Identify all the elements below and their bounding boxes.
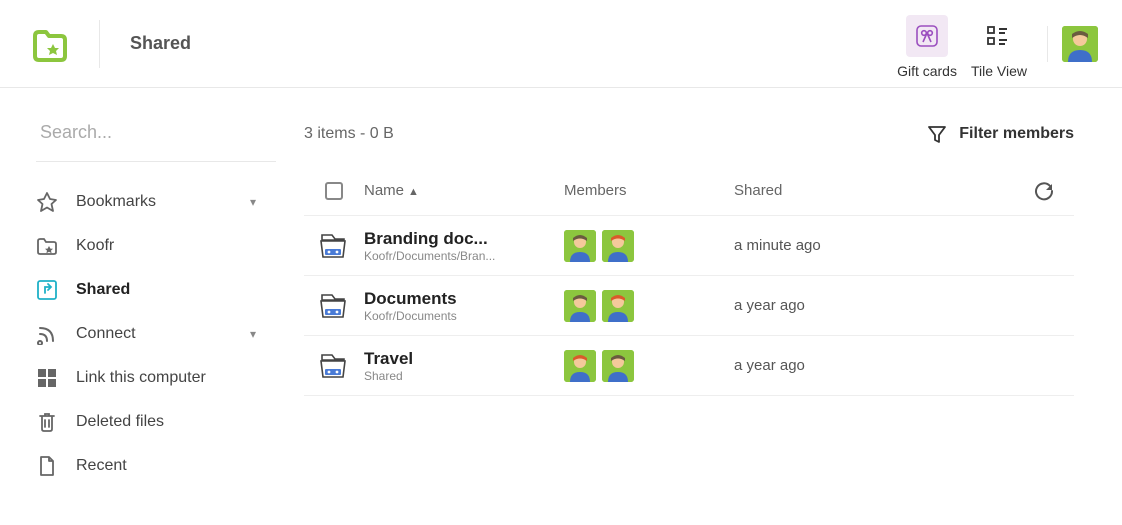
shared-folder-icon — [304, 349, 364, 383]
member-avatar[interactable] — [602, 230, 634, 262]
share-icon — [36, 279, 58, 301]
shared-time: a year ago — [734, 357, 1074, 374]
column-shared-header[interactable]: Shared — [734, 182, 1034, 199]
file-name: Branding doc... — [364, 229, 564, 249]
star-icon — [36, 191, 58, 213]
file-path: Koofr/Documents/Bran... — [364, 249, 564, 263]
chevron-down-icon: ▾ — [250, 327, 256, 341]
sidebar-item-label: Shared — [76, 281, 130, 299]
tile-view-button[interactable]: Tile View — [971, 9, 1027, 79]
page-icon — [36, 455, 58, 477]
table-row[interactable]: Travel Shared a year ago — [304, 336, 1074, 396]
chevron-down-icon: ▾ — [250, 195, 256, 209]
gift-icon — [906, 15, 948, 57]
table-header: Name▲ Members Shared — [304, 166, 1074, 216]
tile-view-icon — [978, 15, 1020, 57]
sidebar-item-label: Bookmarks — [76, 193, 156, 211]
members-cell — [564, 350, 734, 382]
sidebar-item-shared[interactable]: Shared — [0, 268, 280, 312]
sidebar-item-bookmarks[interactable]: Bookmarks ▾ — [0, 180, 280, 224]
top-bar: Shared Gift cards Tile View — [0, 0, 1122, 88]
sidebar-item-label: Deleted files — [76, 413, 164, 431]
column-name-header[interactable]: Name▲ — [364, 182, 564, 199]
member-avatar[interactable] — [564, 350, 596, 382]
tile-view-label: Tile View — [971, 63, 1027, 79]
sidebar-item-koofr[interactable]: Koofr — [0, 224, 280, 268]
sidebar-item-label: Link this computer — [76, 369, 206, 387]
members-cell — [564, 290, 734, 322]
member-avatar[interactable] — [602, 350, 634, 382]
sort-asc-icon: ▲ — [408, 186, 419, 198]
sidebar-item-link-computer[interactable]: Link this computer — [0, 356, 280, 400]
shared-time: a year ago — [734, 297, 1074, 314]
funnel-icon — [927, 124, 947, 144]
sidebar-nav: Bookmarks ▾ Koofr Shared Connect — [0, 180, 280, 488]
sidebar: Bookmarks ▾ Koofr Shared Connect — [0, 88, 280, 525]
file-path: Koofr/Documents — [364, 309, 564, 323]
shared-folder-icon — [304, 229, 364, 263]
file-rows: Branding doc... Koofr/Documents/Bran... … — [304, 216, 1074, 396]
sidebar-item-recent[interactable]: Recent — [0, 444, 280, 488]
member-avatar[interactable] — [564, 290, 596, 322]
member-avatar[interactable] — [602, 290, 634, 322]
content-area: 3 items - 0 B Filter members Name▲ Membe… — [280, 88, 1122, 525]
sidebar-item-connect[interactable]: Connect ▾ — [0, 312, 280, 356]
item-count-text: 3 items - 0 B — [304, 125, 394, 143]
file-name: Documents — [364, 289, 564, 309]
file-name: Travel — [364, 349, 564, 369]
trash-icon — [36, 411, 58, 433]
gift-cards-button[interactable]: Gift cards — [897, 9, 957, 79]
app-logo[interactable] — [0, 20, 100, 68]
file-path: Shared — [364, 369, 564, 383]
filter-members-label: Filter members — [959, 125, 1074, 143]
shared-time: a minute ago — [734, 237, 1074, 254]
sidebar-item-label: Koofr — [76, 237, 114, 255]
table-row[interactable]: Branding doc... Koofr/Documents/Bran... … — [304, 216, 1074, 276]
user-avatar[interactable] — [1062, 26, 1098, 62]
folder-star-logo-icon — [31, 26, 69, 62]
sidebar-item-label: Connect — [76, 325, 136, 343]
gift-cards-label: Gift cards — [897, 63, 957, 79]
sidebar-item-label: Recent — [76, 457, 127, 475]
search-input[interactable] — [36, 112, 276, 162]
table-row[interactable]: Documents Koofr/Documents a year ago — [304, 276, 1074, 336]
filter-members-button[interactable]: Filter members — [927, 124, 1074, 144]
refresh-icon[interactable] — [1034, 181, 1074, 201]
grid-icon — [36, 367, 58, 389]
page-title: Shared — [130, 33, 191, 54]
column-members-header[interactable]: Members — [564, 182, 734, 199]
sidebar-item-deleted-files[interactable]: Deleted files — [0, 400, 280, 444]
folder-icon — [36, 235, 58, 257]
rss-icon — [36, 323, 58, 345]
select-all-checkbox[interactable] — [325, 182, 343, 200]
topbar-divider — [1047, 26, 1048, 62]
shared-folder-icon — [304, 289, 364, 323]
members-cell — [564, 230, 734, 262]
member-avatar[interactable] — [564, 230, 596, 262]
